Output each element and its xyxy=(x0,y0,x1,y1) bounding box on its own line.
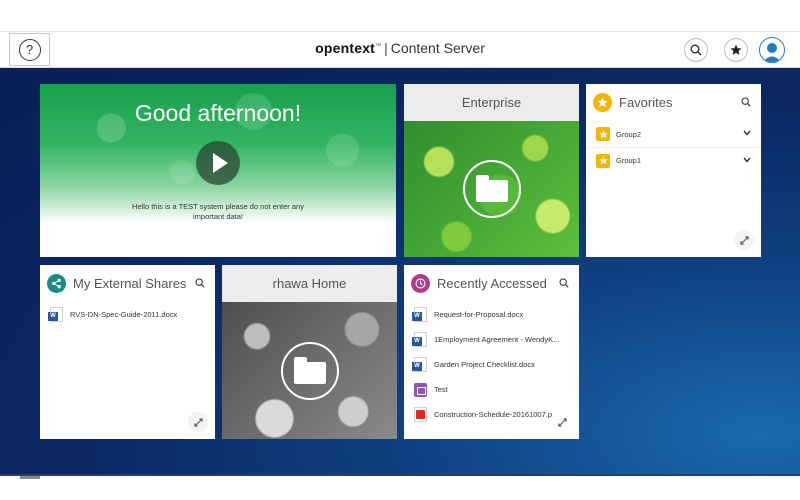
expand-icon xyxy=(193,417,203,427)
play-video-button[interactable] xyxy=(196,141,240,185)
pdf-icon xyxy=(414,407,427,422)
shares-list: RVS-DN-Spec-Guide-2011.docx xyxy=(40,302,215,327)
list-item[interactable]: Request-for-Proposal.docx xyxy=(404,302,579,327)
favorites-expand-button[interactable] xyxy=(734,230,754,250)
word-doc-icon xyxy=(412,307,427,322)
favorites-star-icon xyxy=(593,93,612,112)
enterprise-tile-body[interactable] xyxy=(404,121,579,257)
app-header: ? opentext™ | Content Server xyxy=(0,32,800,68)
favorites-list: Group2 Group1 xyxy=(586,121,761,173)
favorite-item-group1[interactable]: Group1 xyxy=(586,147,761,173)
favorite-item-label: Group1 xyxy=(616,156,642,165)
folder-icon xyxy=(462,160,521,218)
recent-header: Recently Accessed xyxy=(404,265,579,302)
enterprise-tile-title: Enterprise xyxy=(404,84,579,121)
share-icon xyxy=(47,274,66,293)
bottom-bar xyxy=(0,474,800,500)
greeting-tile: Good afternoon! Hello this is a TEST sys… xyxy=(40,84,396,257)
shares-header: My External Shares xyxy=(40,265,215,302)
brand-logo: opentext™ | Content Server xyxy=(315,40,485,56)
favorites-tile: Favorites Group2 Group1 xyxy=(586,84,761,257)
recently-accessed-tile: Recently Accessed Request-for-Proposal.d… xyxy=(404,265,579,439)
recent-expand-button[interactable] xyxy=(552,412,572,432)
search-icon xyxy=(690,44,702,56)
recent-search-icon[interactable] xyxy=(559,278,569,288)
document-label: Garden Project Checklist.docx xyxy=(434,360,535,369)
favorites-header: Favorites xyxy=(586,84,761,121)
browser-top-strip xyxy=(0,0,800,32)
folder-icon xyxy=(280,341,339,400)
document-label: 1Employment Agreement - WendyK... xyxy=(434,335,560,344)
favorites-search-icon[interactable] xyxy=(741,97,751,107)
word-doc-icon xyxy=(48,307,63,322)
clock-icon xyxy=(411,274,430,293)
home-workspace-tile[interactable]: rhawa Home xyxy=(222,265,397,439)
recent-title: Recently Accessed xyxy=(437,276,547,291)
star-icon xyxy=(730,44,742,55)
document-label: Request-for-Proposal.docx xyxy=(434,310,524,319)
shares-search-icon[interactable] xyxy=(195,278,205,288)
external-shares-tile: My External Shares RVS-DN-Spec-Guide-201… xyxy=(40,265,215,439)
list-item[interactable]: Garden Project Checklist.docx xyxy=(404,352,579,377)
word-doc-icon xyxy=(412,332,427,347)
star-icon xyxy=(596,153,610,168)
list-item[interactable]: 1Employment Agreement - WendyK... xyxy=(404,327,579,352)
expand-icon xyxy=(739,235,749,245)
chevron-down-icon[interactable] xyxy=(743,130,751,136)
document-label: Construction-Schedule-20161007.p xyxy=(434,410,552,419)
home-tile-title: rhawa Home xyxy=(222,265,397,302)
home-tile-body[interactable] xyxy=(222,302,397,439)
document-label: Test xyxy=(434,385,448,394)
document-label: RVS-DN-Spec-Guide-2011.docx xyxy=(70,310,178,319)
greeting-message: Hello this is a TEST system please do no… xyxy=(132,202,304,221)
enterprise-workspace-tile[interactable]: Enterprise xyxy=(404,84,579,257)
user-icon xyxy=(763,43,781,62)
shares-title: My External Shares xyxy=(73,276,187,291)
list-item[interactable]: RVS-DN-Spec-Guide-2011.docx xyxy=(40,302,215,327)
list-item[interactable]: Test xyxy=(404,377,579,402)
shares-expand-button[interactable] xyxy=(188,412,208,432)
favorite-item-group2[interactable]: Group2 xyxy=(586,121,761,147)
product-name: Content Server xyxy=(390,40,485,56)
user-avatar-button[interactable] xyxy=(759,37,785,63)
word-doc-icon xyxy=(412,357,427,372)
favorites-button[interactable] xyxy=(724,38,748,62)
chevron-down-icon[interactable] xyxy=(743,157,751,163)
recent-list: Request-for-Proposal.docx 1Employment Ag… xyxy=(404,302,579,427)
greeting-title: Good afternoon! xyxy=(134,100,302,126)
brand-trademark: ™ xyxy=(375,43,382,50)
star-icon xyxy=(596,127,610,141)
brand-name: opentext xyxy=(315,40,376,56)
form-icon xyxy=(414,382,427,397)
favorite-item-label: Group2 xyxy=(616,129,642,139)
search-button[interactable] xyxy=(684,38,708,62)
favorites-title: Favorites xyxy=(619,95,673,110)
expand-icon xyxy=(557,417,567,427)
